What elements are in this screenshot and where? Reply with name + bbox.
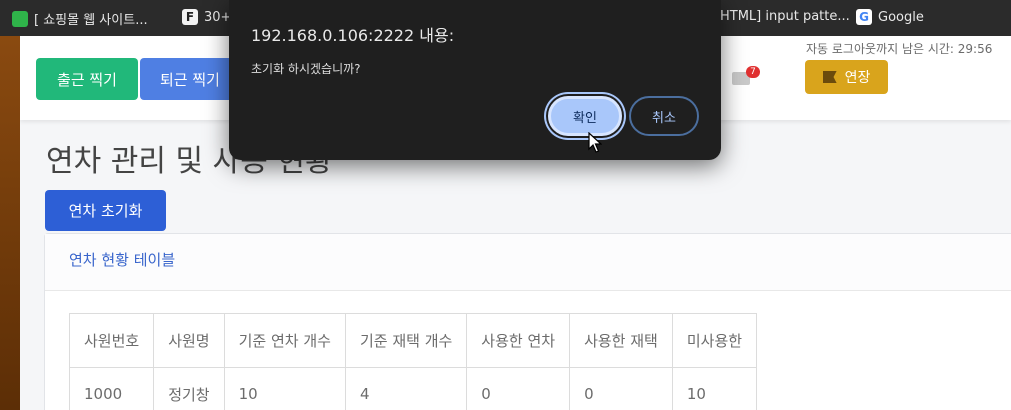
bookmark-item[interactable]: HTML] input patte...: [720, 9, 850, 24]
leave-reset-button[interactable]: 연차 초기화: [45, 190, 166, 231]
bookmark-item[interactable]: G Google: [856, 9, 924, 25]
field-work-button[interactable]: 연장: [805, 60, 888, 94]
clock-in-button[interactable]: 출근 찍기: [36, 58, 138, 100]
table-cell: 10: [223, 367, 346, 410]
table-cell: 정기창: [153, 367, 225, 410]
table-cell: 10: [671, 367, 758, 410]
clock-out-button[interactable]: 퇴근 찍기: [140, 58, 240, 100]
table-row: 1000 정기창 10 4 0 0 10: [68, 367, 758, 410]
column-header: 기준 연차 개수: [223, 313, 346, 368]
bookmark-item[interactable]: F 30+: [182, 9, 231, 25]
card-header: 연차 현황 테이블: [45, 234, 1011, 291]
bookmark-item[interactable]: [ 쇼핑몰 웹 사이트...: [12, 9, 148, 28]
bookmark-label: [ 쇼핑몰 웹 사이트...: [34, 13, 148, 28]
flag-icon: [822, 71, 837, 83]
mail-count-badge: 7: [746, 66, 760, 78]
leave-status-card: 연차 현황 테이블 사원번호 사원명 기준 연차 개수 기준 재택 개수 사용한…: [44, 233, 1011, 410]
browser-side-strip: [0, 36, 20, 410]
column-header: 사용한 연차: [466, 313, 571, 368]
bookmark-label: Google: [878, 9, 924, 25]
column-header: 미사용한: [671, 313, 758, 368]
naver-icon: [12, 10, 28, 27]
card-title: 연차 현황 테이블: [69, 251, 176, 269]
column-header: 기준 재택 개수: [344, 313, 468, 368]
dialog-message: 초기화 하시겠습니까?: [251, 62, 361, 76]
confirm-dialog: 192.168.0.106:2222 내용: 초기화 하시겠습니까? 확인 취소: [229, 0, 721, 160]
table-cell: 0: [466, 367, 571, 410]
f-icon: F: [182, 9, 198, 25]
confirm-ok-button[interactable]: 확인: [548, 96, 622, 136]
logout-timer: 자동 로그아웃까지 남은 시간: 29:56: [806, 42, 993, 56]
table-header-row: 사원번호 사원명 기준 연차 개수 기준 재택 개수 사용한 연차 사용한 재택…: [68, 313, 758, 368]
dialog-title: 192.168.0.106:2222 내용:: [251, 26, 455, 45]
table-cell: 4: [344, 367, 468, 410]
column-header: 사용한 재택: [569, 313, 673, 368]
confirm-cancel-button[interactable]: 취소: [629, 96, 699, 136]
column-header: 사원명: [153, 313, 225, 368]
google-icon: G: [856, 9, 872, 25]
column-header: 사원번호: [68, 313, 155, 368]
table-cell: 1000: [68, 367, 155, 410]
mouse-cursor-icon: [588, 132, 602, 153]
leave-status-table: 사원번호 사원명 기준 연차 개수 기준 재택 개수 사용한 연차 사용한 재택…: [68, 313, 758, 410]
bookmark-label: HTML] input patte...: [720, 9, 850, 24]
bookmark-label: 30+: [204, 9, 232, 25]
field-work-label: 연장: [844, 70, 871, 86]
table-cell: 0: [569, 367, 673, 410]
